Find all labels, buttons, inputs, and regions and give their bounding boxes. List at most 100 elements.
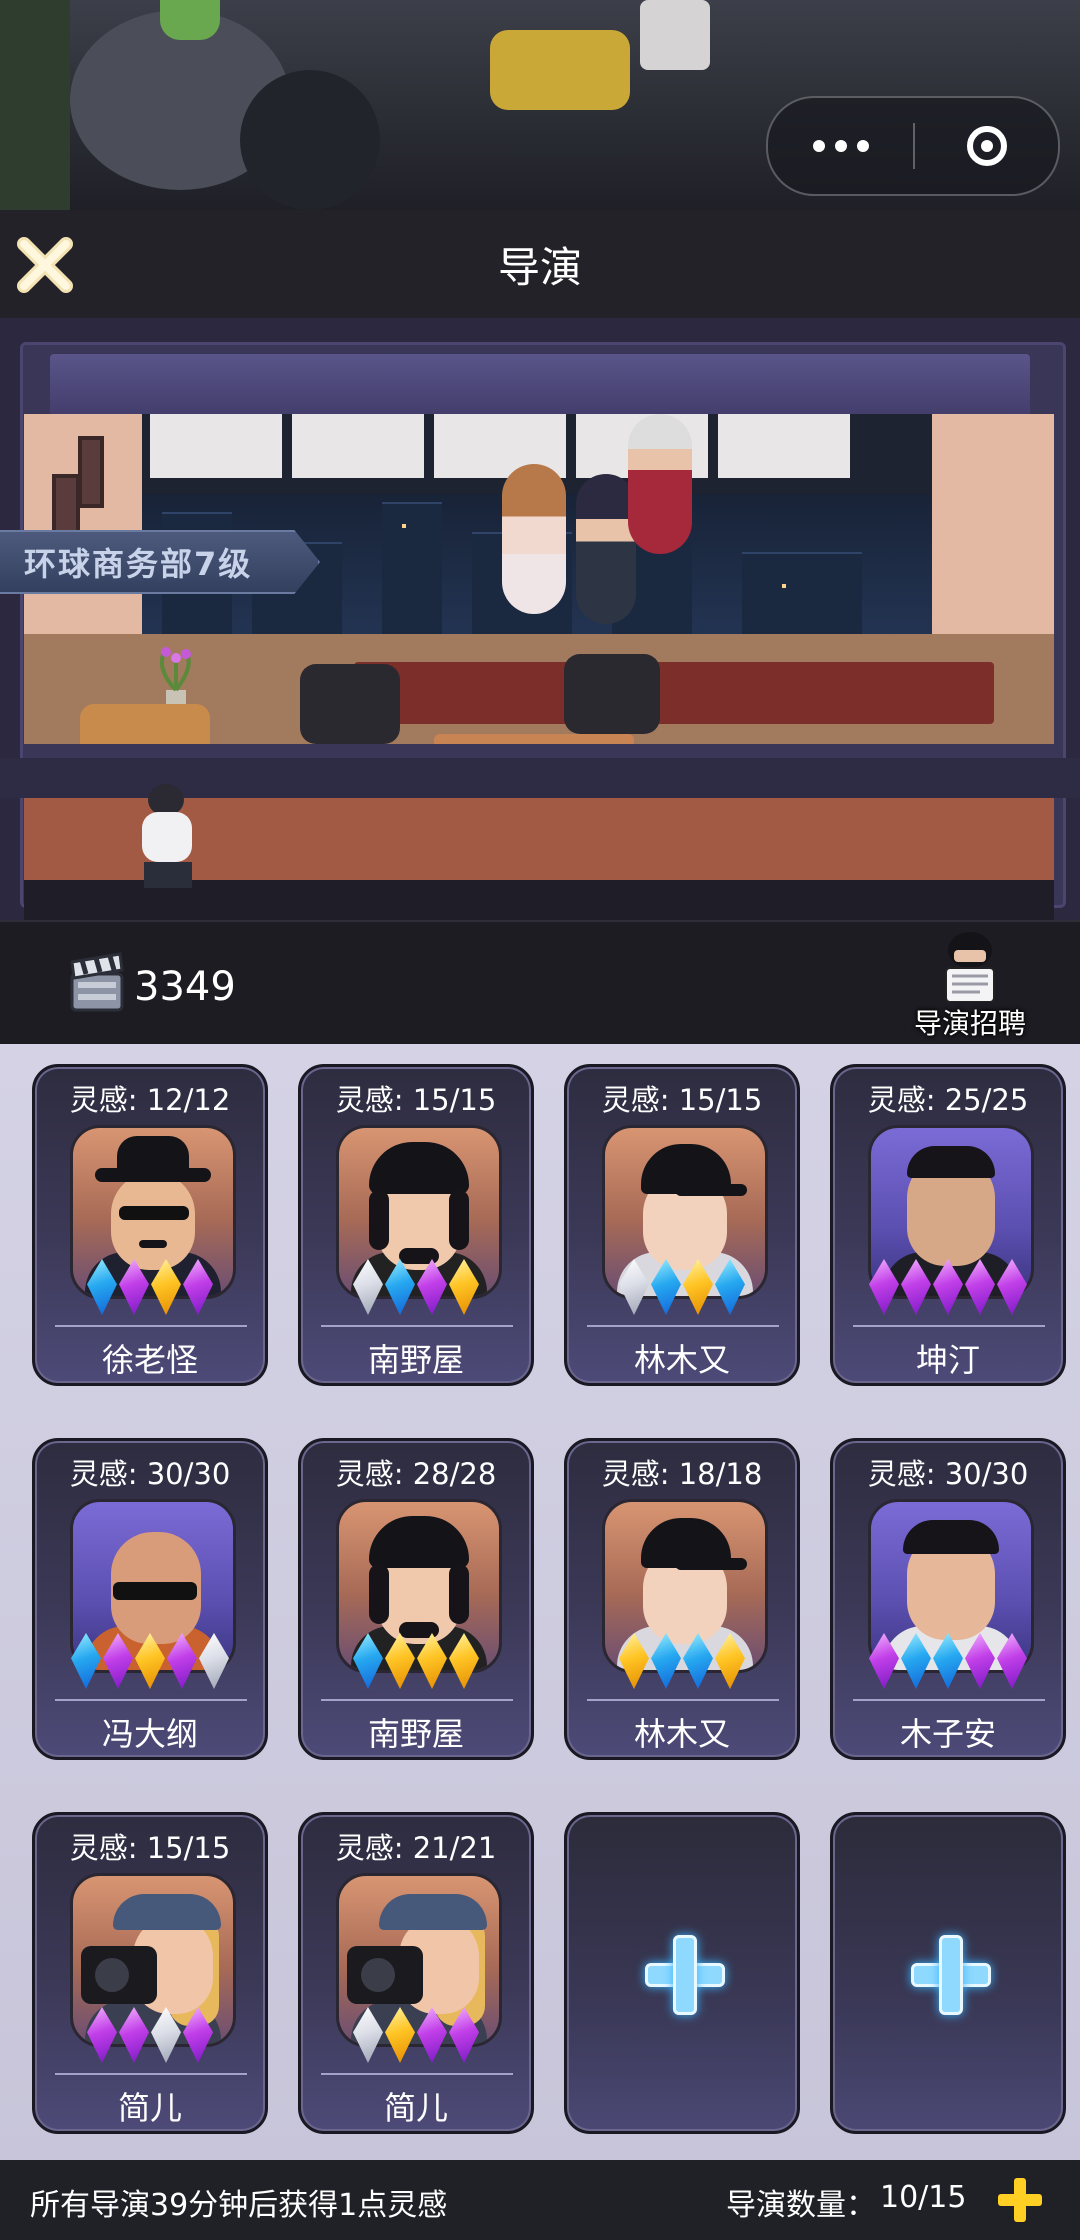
director-card[interactable]: 灵感: 25/25 坤汀 — [830, 1064, 1066, 1386]
inspiration-value: 灵感: 12/12 — [69, 1083, 231, 1117]
close-icon[interactable] — [14, 234, 76, 296]
add-director-plus-icon[interactable] — [645, 1935, 725, 2015]
purple-gem-icon — [119, 2007, 149, 2063]
purple-gem-icon — [87, 2007, 117, 2063]
scene-green-patch — [160, 0, 220, 40]
blue-gem-icon — [87, 1259, 117, 1315]
gold-gem-icon — [417, 1633, 447, 1689]
worker-character[interactable] — [122, 778, 212, 888]
blue-gem-icon — [651, 1259, 681, 1315]
gold-gem-icon — [151, 1259, 181, 1315]
star-gems — [567, 1633, 797, 1693]
more-options-icon[interactable] — [768, 98, 913, 194]
director-card[interactable]: 灵感: 21/21 简儿 — [298, 1812, 534, 2134]
actress-character[interactable] — [502, 464, 566, 614]
inspiration-value: 灵感: 15/15 — [69, 1831, 231, 1865]
recruit-button[interactable]: 导演招聘 — [896, 930, 1044, 1040]
blue-gem-icon — [715, 1259, 745, 1315]
exit-target-icon[interactable] — [915, 98, 1058, 194]
director-card[interactable]: 灵感: 18/18 林木又 — [564, 1438, 800, 1760]
gold-gem-icon — [449, 1259, 479, 1315]
white-gem-icon — [619, 1259, 649, 1315]
white-gem-icon — [353, 2007, 383, 2063]
star-gems — [35, 1633, 265, 1693]
gold-gem-icon — [135, 1633, 165, 1689]
empty-slot-card[interactable] — [830, 1812, 1066, 2134]
director-name: 林木又 — [633, 1715, 730, 1753]
star-gems — [567, 1259, 797, 1319]
empty-slot-card[interactable] — [564, 1812, 800, 2134]
purple-gem-icon — [119, 1259, 149, 1315]
footer-bar: 所有导演39分钟后获得1点灵感 导演数量： 10/15 — [0, 2160, 1080, 2240]
actor-character[interactable] — [576, 474, 636, 624]
white-gem-icon — [199, 1633, 229, 1689]
inspiration-value: 灵感: 18/18 — [601, 1457, 763, 1491]
director-card[interactable]: 灵感: 30/30 冯大纲 — [32, 1438, 268, 1760]
card-divider — [853, 1699, 1045, 1701]
card-divider — [55, 2073, 247, 2075]
inspiration-value: 灵感: 28/28 — [335, 1457, 497, 1491]
card-divider — [321, 2073, 513, 2075]
star-gems — [301, 2007, 531, 2067]
director-name: 木子安 — [899, 1715, 996, 1753]
director-grid: 灵感: 12/12 徐老怪 灵感: 15/15 南野屋 灵感: 15/15 林木… — [0, 1044, 1080, 2160]
white-gem-icon — [151, 2007, 181, 2063]
blue-gem-icon — [683, 1633, 713, 1689]
office-chair — [300, 664, 400, 744]
expand-slots-plus-icon[interactable] — [998, 2178, 1042, 2222]
card-divider — [321, 1325, 513, 1327]
director-card[interactable]: 灵感: 15/15 简儿 — [32, 1812, 268, 2134]
director-card[interactable]: 灵感: 15/15 南野屋 — [298, 1064, 534, 1386]
director-count-label: 导演数量： — [726, 2188, 876, 2223]
scene-lens-shape — [240, 70, 380, 210]
game-scene-top — [0, 0, 1080, 210]
lower-office-room — [24, 784, 1054, 920]
film-count: 3349 — [134, 964, 236, 1010]
director-card[interactable]: 灵感: 15/15 林木又 — [564, 1064, 800, 1386]
star-gems — [301, 1259, 531, 1319]
wall-picture-2 — [78, 436, 104, 508]
purple-gem-icon — [183, 1259, 213, 1315]
office-carpet — [354, 662, 994, 724]
director-card[interactable]: 灵感: 12/12 徐老怪 — [32, 1064, 268, 1386]
office-table — [434, 734, 634, 744]
purple-gem-icon — [103, 1633, 133, 1689]
scene-figure — [640, 0, 710, 70]
recruit-director-icon — [945, 932, 995, 1003]
star-gems — [833, 1259, 1063, 1319]
director-name: 简儿 — [383, 2089, 448, 2127]
purple-gem-icon — [997, 1259, 1027, 1315]
add-director-plus-icon[interactable] — [911, 1935, 991, 2015]
card-divider — [55, 1325, 247, 1327]
director-name: 南野屋 — [367, 1341, 464, 1379]
purple-gem-icon — [869, 1633, 899, 1689]
star-gems — [35, 1259, 265, 1319]
clapperboard-icon — [70, 952, 124, 1012]
purple-gem-icon — [167, 1633, 197, 1689]
purple-gem-icon — [965, 1259, 995, 1315]
elder-character[interactable] — [628, 414, 692, 554]
scene-yellow-prop — [490, 30, 630, 110]
card-divider — [321, 1699, 513, 1701]
window-pane — [150, 414, 282, 478]
gold-gem-icon — [385, 1633, 415, 1689]
purple-gem-icon — [933, 1259, 963, 1315]
gold-gem-icon — [683, 1259, 713, 1315]
director-name: 简儿 — [117, 2089, 182, 2127]
inspiration-value: 灵感: 15/15 — [601, 1083, 763, 1117]
office-chair — [564, 654, 660, 734]
director-card[interactable]: 灵感: 28/28 南野屋 — [298, 1438, 534, 1760]
office-scene[interactable]: 环球商务部7级 — [0, 318, 1080, 920]
gold-gem-icon — [715, 1633, 745, 1689]
purple-gem-icon — [869, 1259, 899, 1315]
department-sign: 环球商务部7级 — [0, 530, 320, 594]
blue-gem-icon — [651, 1633, 681, 1689]
inspiration-value: 灵感: 21/21 — [335, 1831, 497, 1865]
star-gems — [35, 2007, 265, 2067]
director-name: 南野屋 — [367, 1715, 464, 1753]
director-card[interactable]: 灵感: 30/30 木子安 — [830, 1438, 1066, 1760]
inspiration-value: 灵感: 25/25 — [867, 1083, 1029, 1117]
gold-gem-icon — [619, 1633, 649, 1689]
director-count-value: 10/15 — [880, 2180, 967, 2215]
director-name: 林木又 — [633, 1341, 730, 1379]
